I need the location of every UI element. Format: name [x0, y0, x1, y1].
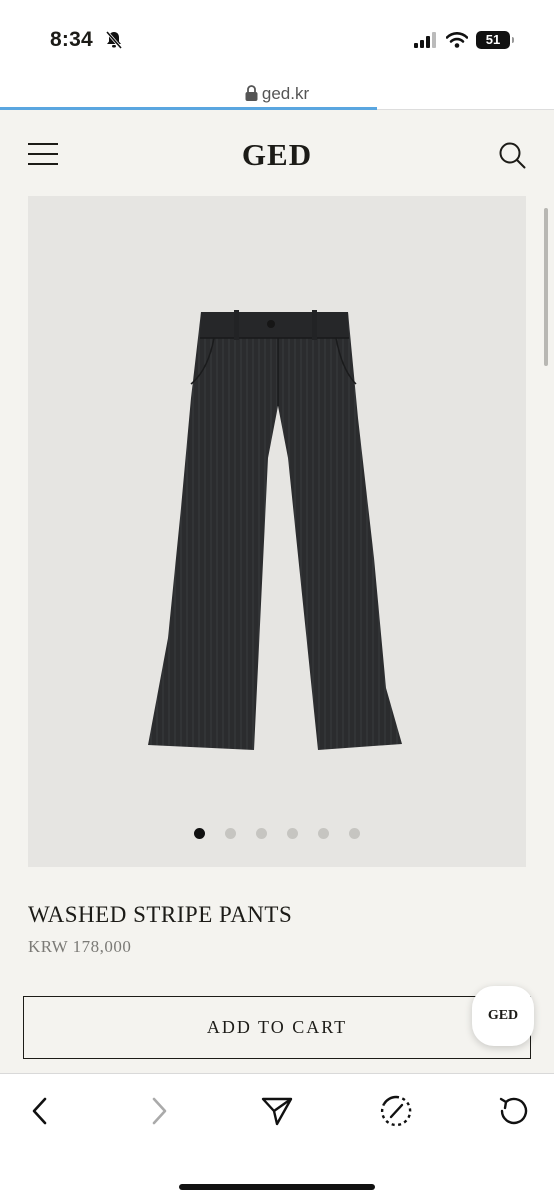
status-bar: 8:34 51: [0, 0, 554, 80]
forward-button[interactable]: [139, 1091, 179, 1131]
add-to-cart-button[interactable]: ADD TO CART: [23, 996, 531, 1059]
gallery-dot[interactable]: [287, 828, 298, 839]
cellular-signal-icon: [414, 32, 436, 48]
gallery-dot[interactable]: [256, 828, 267, 839]
ged-floating-button[interactable]: GED: [472, 986, 534, 1046]
lock-icon: [245, 85, 258, 101]
reload-icon: [499, 1097, 528, 1125]
battery-icon: 51: [476, 31, 514, 49]
gallery-dot[interactable]: [194, 828, 205, 839]
product-price: KRW 178,000: [28, 937, 132, 956]
home-indicator[interactable]: [179, 1184, 375, 1190]
search-icon[interactable]: [498, 141, 526, 169]
page-load-progress: [0, 107, 377, 110]
speed-dial-icon: [380, 1095, 412, 1127]
share-send-icon: [261, 1097, 293, 1126]
site-header: GED: [0, 111, 554, 196]
gallery-dot[interactable]: [349, 828, 360, 839]
share-button[interactable]: [257, 1091, 297, 1131]
product-name: WASHED STRIPE PANTS: [28, 902, 293, 927]
reload-button[interactable]: [494, 1091, 534, 1131]
speed-dial-button[interactable]: [376, 1091, 416, 1131]
back-button[interactable]: [20, 1091, 60, 1131]
product-gallery[interactable]: [28, 196, 526, 867]
gallery-dot[interactable]: [225, 828, 236, 839]
bell-slash-icon: [105, 31, 123, 49]
product-image: [148, 310, 402, 750]
brand-logo[interactable]: GED: [0, 137, 554, 173]
gallery-pagination: [28, 828, 526, 839]
url-text: ged.kr: [261, 84, 310, 103]
status-time: 8:34: [50, 28, 93, 51]
gallery-dot[interactable]: [318, 828, 329, 839]
forward-arrow-icon: [152, 1097, 167, 1125]
wifi-icon: [446, 32, 468, 48]
browser-toolbar: [0, 1073, 554, 1200]
page-scrollbar[interactable]: [544, 208, 548, 366]
back-arrow-icon: [32, 1097, 47, 1125]
url-bar[interactable]: ged.kr: [0, 80, 554, 110]
